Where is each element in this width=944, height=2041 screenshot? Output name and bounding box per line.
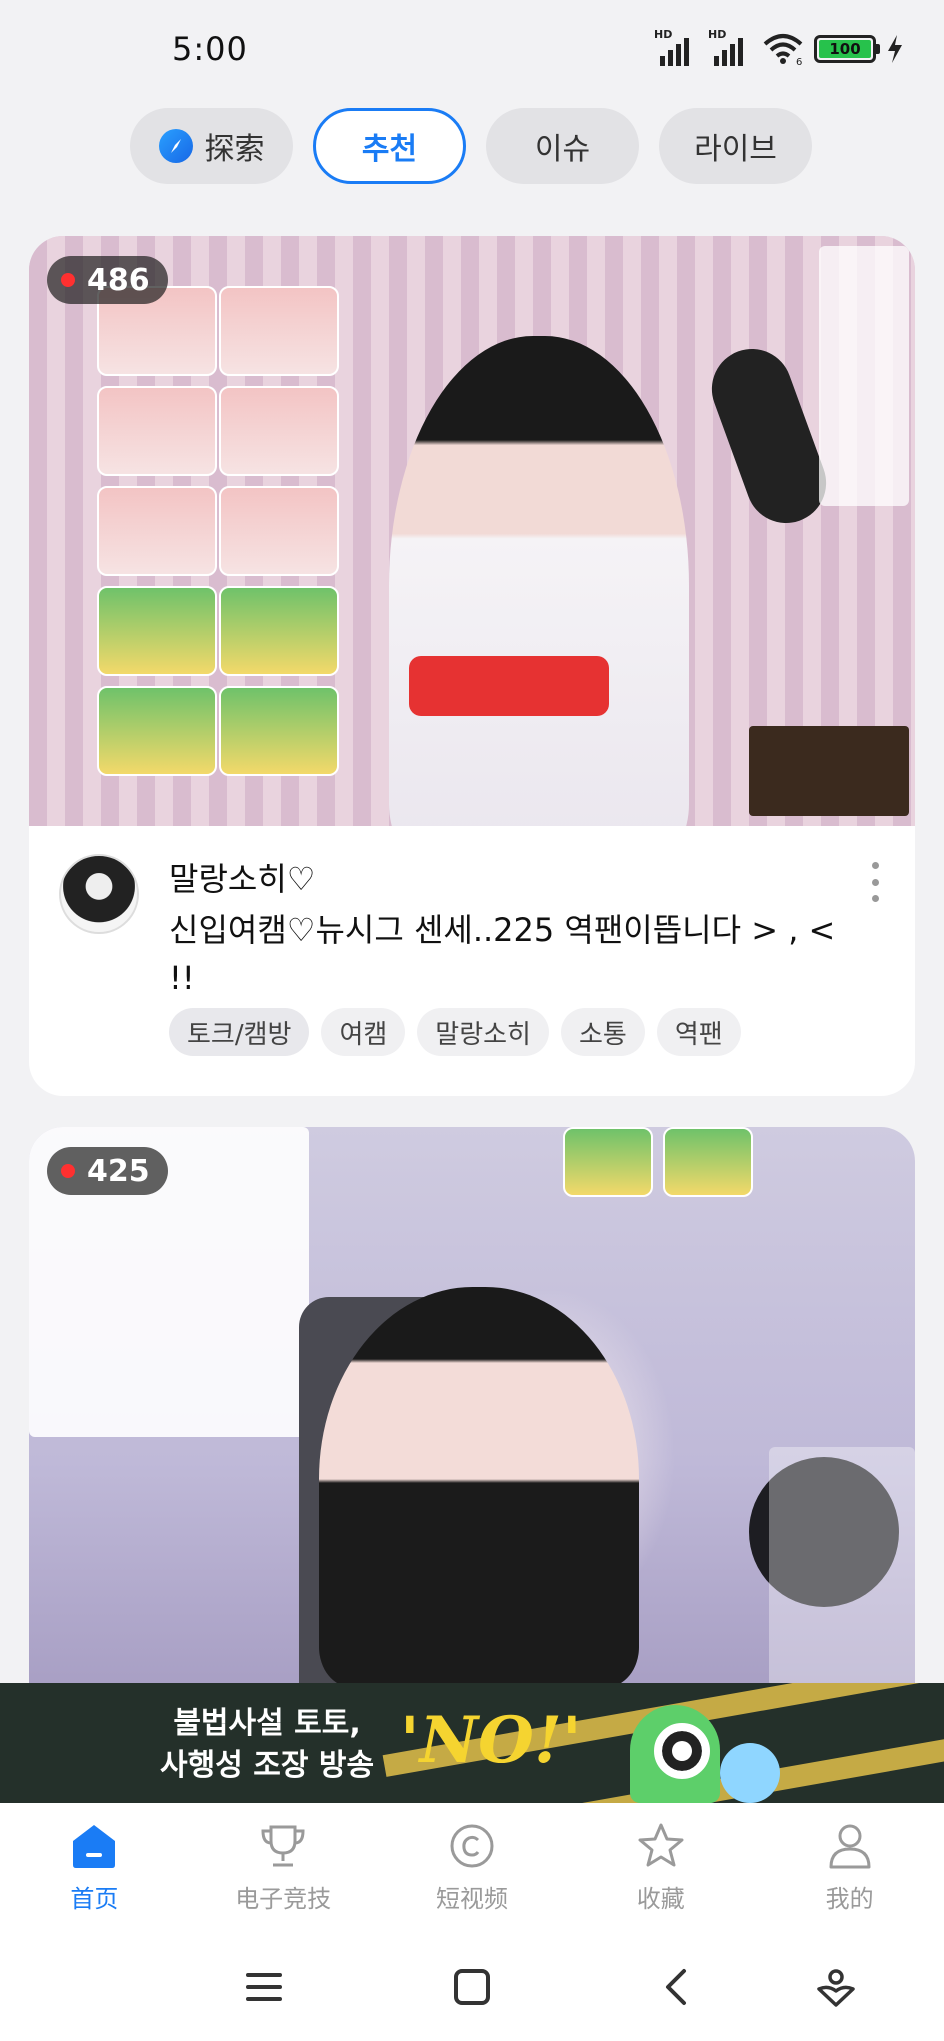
avatar[interactable] (59, 854, 139, 934)
banner-line-2: 사행성 조장 방송 (160, 1748, 375, 1783)
tab-issue[interactable]: 이슈 (486, 108, 639, 184)
stream-card[interactable]: 425 (29, 1127, 915, 1687)
tag[interactable]: 여캠 (321, 1008, 406, 1056)
overlay-sticker (219, 486, 339, 576)
overlay-sign (749, 726, 909, 816)
cellular-signal-icon-2: HD (708, 28, 752, 66)
wifi-icon: 6 (763, 34, 802, 66)
overlay-sticker (97, 586, 217, 676)
home-icon (73, 1825, 116, 1868)
stream-thumbnail[interactable]: 486 (29, 236, 915, 826)
tab-explore-label: 探索 (204, 132, 265, 167)
status-icons: HD HD 6 100 (654, 28, 904, 66)
streamer-name[interactable]: 말랑소히♡ (169, 854, 315, 900)
tag[interactable]: 역팬 (656, 1008, 741, 1056)
nav-favorites[interactable]: 收藏 (566, 1803, 755, 1933)
mascot-image (630, 1705, 720, 1803)
viewer-count-badge: 486 (47, 256, 168, 304)
menu-icon[interactable] (242, 1965, 286, 2009)
assistant-icon[interactable] (814, 1965, 858, 2009)
stream-card[interactable]: 486 말랑소히♡ 신입여캠♡뉴시그 센세..225 역팬이뜹니다 > , < … (29, 236, 915, 1096)
short-video-icon (450, 1824, 494, 1868)
status-time: 5:00 (172, 30, 248, 68)
overlay-sticker (219, 686, 339, 776)
tab-explore[interactable]: 探索 (130, 108, 293, 184)
overlay-sticker (219, 386, 339, 476)
system-nav-bar (0, 1933, 944, 2041)
streamer-image (319, 1287, 639, 1687)
stream-title[interactable]: 신입여캠♡뉴시그 센세..225 역팬이뜹니다 > , < !! (169, 906, 849, 1002)
viewer-count: 425 (87, 1153, 150, 1189)
stream-info: 말랑소히♡ 신입여캠♡뉴시그 센세..225 역팬이뜹니다 > , < !! 토… (29, 826, 915, 1096)
notice-banner[interactable]: 불법사설 토토, 사행성 조장 방송 'NO!' (0, 1683, 944, 1803)
cellular-signal-icon: HD (654, 28, 698, 66)
nav-esports[interactable]: 电子竞技 (189, 1803, 378, 1933)
tag[interactable]: 토크/캠방 (169, 1008, 310, 1056)
nav-home[interactable]: 首页 (0, 1803, 189, 1933)
stream-thumbnail[interactable]: 425 (29, 1127, 915, 1687)
trophy-icon (261, 1825, 305, 1867)
tab-live-label: 라이브 (694, 132, 777, 167)
charging-icon (888, 35, 902, 63)
overlay-sticker (219, 586, 339, 676)
star-icon (638, 1823, 684, 1867)
streamer-image (389, 336, 689, 826)
bottom-nav: 首页 电子竞技 短视频 收藏 我的 (0, 1803, 944, 1933)
viewer-count-badge: 425 (47, 1147, 168, 1195)
overlay-panel (819, 246, 909, 506)
nav-short-video-label: 短视频 (435, 1885, 508, 1913)
live-indicator (61, 273, 75, 287)
viewer-count: 486 (87, 262, 150, 298)
compass-icon (158, 129, 193, 163)
overlay-panel (769, 1447, 915, 1687)
tab-recommend-label: 추천 (361, 132, 418, 167)
status-bar: 5:00 HD HD 6 100 (0, 0, 944, 100)
top-tabs: 探索 추천 이슈 라이브 (0, 105, 944, 185)
profile-icon (829, 1824, 871, 1869)
home-square-icon[interactable] (450, 1965, 494, 2009)
nav-favorites-label: 收藏 (636, 1885, 685, 1913)
tag[interactable]: 소통 (560, 1008, 645, 1056)
tag-list: 토크/캠방 여캠 말랑소히 소통 역팬 (169, 1008, 741, 1056)
bow-decoration (409, 656, 609, 716)
overlay-sticker (97, 386, 217, 476)
tab-live[interactable]: 라이브 (659, 108, 812, 184)
nav-profile-label: 我的 (825, 1885, 874, 1913)
nav-profile[interactable]: 我的 (755, 1803, 944, 1933)
tag[interactable]: 말랑소히 (417, 1008, 549, 1056)
nav-short-video[interactable]: 短视频 (378, 1803, 567, 1933)
overlay-sticker (97, 686, 217, 776)
battery-icon: 100 (814, 35, 880, 63)
overlay-sticker (563, 1127, 653, 1197)
live-indicator (61, 1164, 75, 1178)
tab-recommend[interactable]: 추천 (313, 108, 466, 184)
back-icon[interactable] (656, 1965, 700, 2009)
banner-text: 불법사설 토토, 사행성 조장 방송 (160, 1703, 374, 1787)
overlay-sticker (663, 1127, 753, 1197)
more-options-icon[interactable] (865, 862, 885, 902)
overlay-sticker (219, 286, 339, 376)
nav-home-label: 首页 (70, 1885, 119, 1913)
tab-issue-label: 이슈 (534, 132, 591, 167)
banner-line-1: 불법사설 토토, (173, 1706, 361, 1741)
nav-esports-label: 电子竞技 (235, 1885, 332, 1913)
battery-level: 100 (819, 40, 871, 58)
microphone-image (700, 337, 838, 535)
mascot-image (720, 1743, 780, 1803)
wifi-badge: 6 (796, 57, 802, 66)
overlay-sticker (97, 486, 217, 576)
banner-slogan: 'NO!' (400, 1703, 582, 1778)
